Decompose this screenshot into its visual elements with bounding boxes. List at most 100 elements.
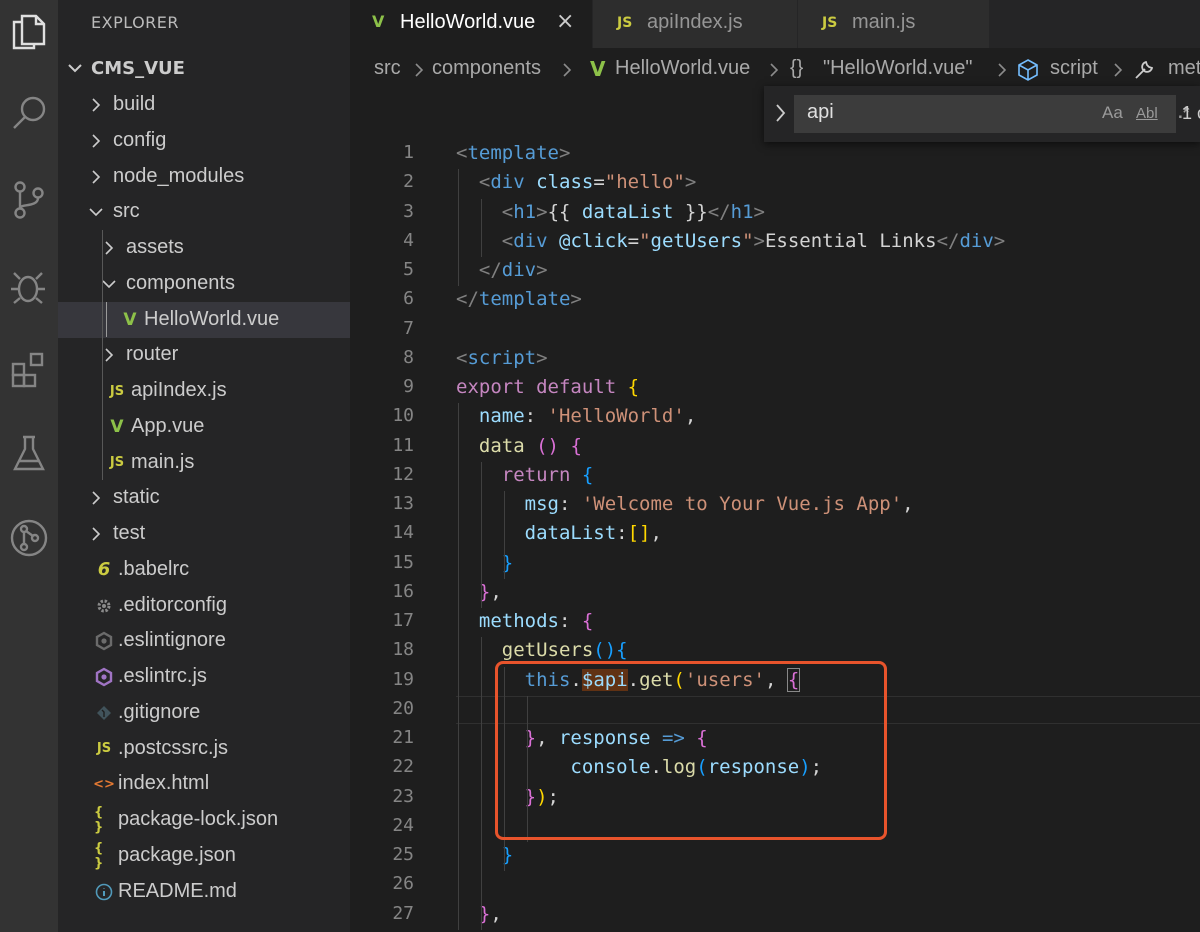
code-line[interactable]: 25 } [350,842,1200,871]
code-text: export default { [456,376,640,398]
git-icon [94,703,114,723]
code-text: return { [501,463,594,486]
tree-item[interactable]: JS .postcssrc.js [58,731,350,767]
workspace-folder-name: CMS_VUE [91,58,185,79]
tab-main-js[interactable]: JS main.js [798,0,990,48]
tree-item[interactable]: test [58,516,350,552]
code-line[interactable]: 15 } [350,550,1200,579]
tree-item[interactable]: { } package.json [58,838,350,874]
code-line[interactable]: 2 <div class="hello"> [350,169,1200,198]
tree-item-label: router [126,343,179,366]
vue-file-icon: V [372,12,385,31]
line-number: 11 [392,434,414,456]
code-line[interactable]: 16 }, [350,579,1200,608]
breadcrumb-item[interactable]: met [1168,57,1200,80]
find-input[interactable]: api Aa Abl .* [794,95,1189,133]
code-line[interactable]: 27 }, [350,901,1200,930]
tab-apiindex-js[interactable]: JS apiIndex.js [593,0,798,48]
js-file-icon: JS [617,15,633,31]
editor-tab-bar: V HelloWorld.vue × JS apiIndex.js JS mai… [350,0,1200,48]
code-line[interactable]: 14 dataList:[], [350,520,1200,549]
breadcrumb-item[interactable]: HelloWorld.vue [615,57,750,80]
tree-item[interactable]: static [58,480,350,516]
js-file-icon: JS [96,741,112,756]
code-line[interactable]: 17 methods: { [350,608,1200,637]
vue-file-icon: V [110,416,124,437]
code-line[interactable]: 13 msg: 'Welcome to Your Vue.js App', [350,491,1200,520]
indent-guide [480,637,482,930]
tree-item[interactable]: 6 .babelrc [58,552,350,588]
chevron-right-icon [92,169,101,184]
html-file-icon: <> [93,776,115,792]
code-line[interactable]: 6 </template> [350,286,1200,315]
tree-item-label: .postcssrc.js [118,736,229,759]
json-file-icon: { } [94,805,104,835]
tree-item[interactable]: <> index.html [58,766,350,802]
tree-item-label: .eslintignore [118,629,226,652]
whole-word-icon[interactable]: Abl [1136,105,1158,122]
tree-item[interactable]: src [58,194,350,230]
code-line[interactable]: 3 <h1>{{ dataList }}</h1> [350,199,1200,228]
workspace-folder-header[interactable]: CMS_VUE [58,50,350,86]
find-match-count: 1 o [1182,103,1200,123]
tree-item[interactable]: node_modules [58,159,350,195]
tree-item[interactable]: config [58,123,350,159]
tree-item-label: node_modules [113,164,245,187]
line-number: 13 [392,493,414,514]
tree-item[interactable]: .eslintrc.js [58,659,350,695]
wrench-icon [1135,60,1154,79]
js-file-icon: JS [109,383,125,399]
tree-item[interactable]: build [58,87,350,123]
git-graph-icon[interactable] [0,508,58,568]
find-widget: api Aa Abl .* 1 o [764,86,1200,142]
breadcrumb-item[interactable]: components [432,57,541,80]
line-number: 3 [403,200,414,222]
toggle-replace-chevron-icon[interactable] [774,102,788,124]
code-text: <h1>{{ dataList }}</h1> [501,200,765,223]
tree-item-label: src [113,200,140,223]
tree-item[interactable]: .eslintignore [58,623,350,659]
breadcrumb-item[interactable]: src [374,57,401,80]
tree-item-label: build [113,93,156,115]
source-control-icon[interactable] [0,170,58,230]
js-file-icon: JS [822,15,838,31]
eslint-icon [94,631,114,651]
debug-icon[interactable] [0,256,58,316]
line-number: 25 [392,844,414,865]
code-line[interactable]: 1 <template> [350,140,1200,169]
chevron-down-icon [102,280,116,288]
code-line[interactable]: 10 name: 'HelloWorld', [350,403,1200,432]
code-line[interactable]: 4 <div @click="getUsers">Essential Links… [350,228,1200,257]
files-icon[interactable] [0,2,58,62]
tree-item-label: static [113,486,160,509]
tree-item[interactable]: .gitignore [58,695,350,731]
tree-item[interactable]: README.md [58,874,350,910]
tree-item[interactable]: { } package-lock.json [58,802,350,838]
indent-guide [458,403,459,930]
tab-helloworld-vue[interactable]: V HelloWorld.vue × [350,0,593,48]
code-line[interactable]: 26 [350,871,1200,900]
tree-item-label: .eslintrc.js [118,665,207,687]
code-line[interactable]: 11 data () { [350,433,1200,462]
line-number: 2 [403,171,414,193]
line-number: 19 [392,668,414,690]
breadcrumb-item[interactable]: script [1050,57,1098,80]
code-line[interactable]: 12 return { [350,462,1200,491]
indent-guide [480,198,482,257]
tab-label: main.js [852,11,916,33]
code-line[interactable]: 7 [350,316,1200,345]
code-line[interactable]: 8 <script> [350,345,1200,374]
search-icon[interactable] [0,84,58,144]
code-line[interactable]: 5 </div> [350,257,1200,286]
indent-guide [503,491,505,579]
testing-icon[interactable] [0,424,58,484]
breadcrumb-item[interactable]: "HelloWorld.vue" [823,57,972,80]
close-icon[interactable]: × [556,9,574,34]
code-text: </div> [478,259,548,281]
code-line[interactable]: 9 export default { [350,374,1200,403]
tree-item[interactable]: .editorconfig [58,588,350,624]
extensions-icon[interactable] [0,340,58,400]
line-number: 16 [392,580,414,602]
object-symbol-icon: {} [790,57,804,79]
match-case-icon[interactable]: Aa [1102,103,1123,123]
